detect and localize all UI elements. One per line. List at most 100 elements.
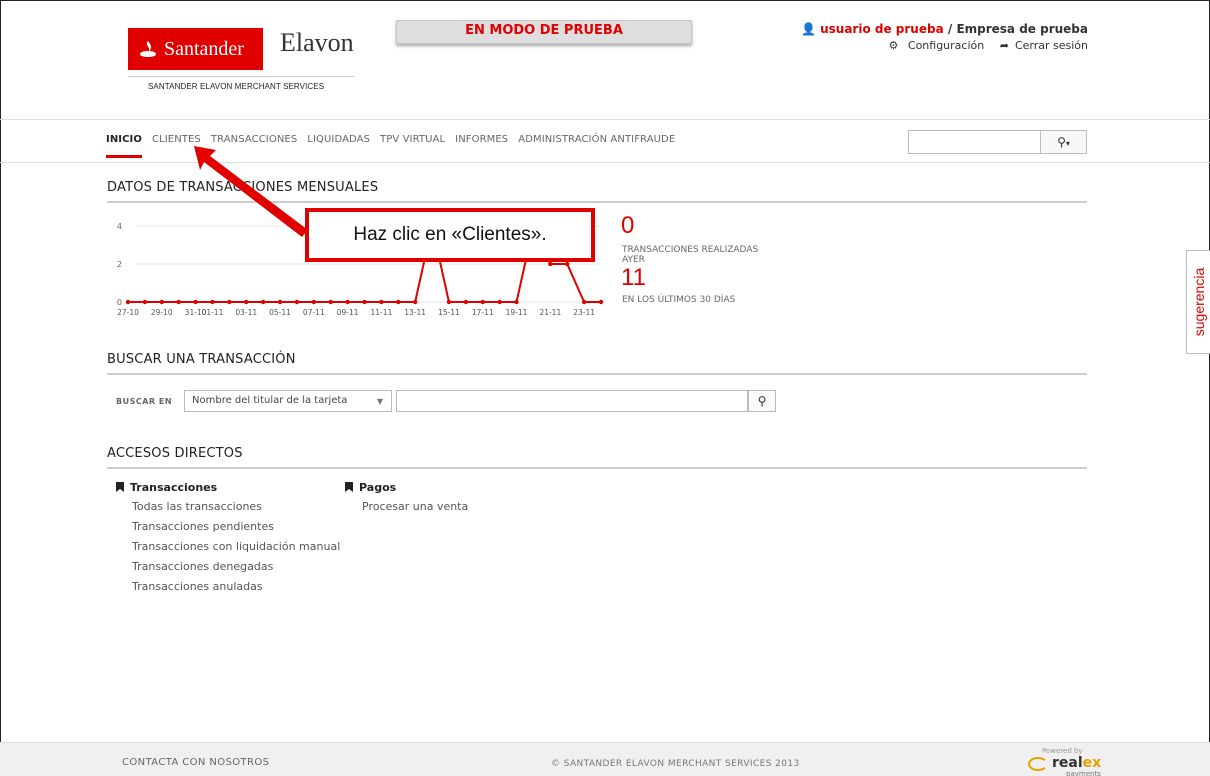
- top-search-button[interactable]: ⚲▾: [1040, 130, 1087, 154]
- monthly-title: DATOS DE TRANSACCIONES MENSUALES: [107, 180, 379, 195]
- shortcuts-col-pagos: Pagos: [345, 481, 396, 494]
- link-todas-transacciones[interactable]: Todas las transacciones: [132, 500, 262, 513]
- chart-xtick-label: 01-11: [202, 308, 224, 317]
- user-separator: /: [947, 22, 953, 36]
- search-field-selected: Nombre del titular de la tarjeta: [192, 395, 348, 406]
- chart-point: [193, 299, 198, 305]
- logout-link[interactable]: ➦ Cerrar sesión: [994, 39, 1088, 52]
- chart-ytick-label: 2: [117, 260, 122, 269]
- tab-informes[interactable]: INFORMES: [455, 134, 508, 158]
- user-name[interactable]: usuario de prueba: [820, 22, 944, 36]
- search-field-select[interactable]: Nombre del titular de la tarjeta ▼: [184, 390, 392, 412]
- suggestion-label: sugerencia: [1190, 267, 1207, 337]
- chart-point: [446, 299, 452, 305]
- chart-xtick-label: 19-11: [506, 308, 528, 317]
- chart-point: [565, 261, 570, 267]
- top-search-input[interactable]: [908, 130, 1040, 154]
- chart-point: [210, 299, 215, 305]
- chart-ytick-label: 0: [117, 298, 122, 307]
- link-procesar-venta[interactable]: Procesar una venta: [362, 500, 468, 513]
- search-in-label: BUSCAR EN: [116, 397, 173, 406]
- chart-xtick-label: 03-11: [235, 308, 257, 317]
- search-query-input[interactable]: [396, 390, 748, 412]
- link-liquidacion-manual[interactable]: Transacciones con liquidación manual: [132, 540, 340, 553]
- elavon-logo[interactable]: Elavon: [280, 28, 354, 58]
- chart-xtick-label: 05-11: [269, 308, 291, 317]
- chart-point: [497, 299, 502, 305]
- col-heading-pagos: Pagos: [359, 481, 397, 494]
- stat-yesterday-label-line1: TRANSACCIONES REALIZADAS: [622, 245, 759, 255]
- chart-xtick-label: 17-11: [472, 308, 494, 317]
- tab-liquidadas[interactable]: LIQUIDADAS: [307, 134, 370, 158]
- chart-point: [362, 299, 367, 305]
- bookmark-icon: [116, 482, 124, 492]
- realex-logo: realex: [1052, 755, 1101, 771]
- search-submit-button[interactable]: ⚲: [748, 390, 776, 412]
- chart-point: [176, 299, 181, 305]
- realex-payments: payments: [1066, 770, 1101, 776]
- stat-yesterday-label: TRANSACCIONES REALIZADAS AYER: [622, 245, 758, 265]
- callout-box: Haz clic en «Clientes».: [305, 208, 595, 262]
- col-heading-transacciones: Transacciones: [130, 481, 218, 494]
- link-transacciones-denegadas[interactable]: Transacciones denegadas: [132, 560, 273, 573]
- chart-xtick-label: 11-11: [370, 308, 392, 317]
- settings-link[interactable]: ⚙ Configuración: [883, 39, 985, 52]
- chevron-down-icon: ▾: [1065, 139, 1070, 148]
- monthly-divider: [107, 201, 1087, 203]
- footer: CONTACTA CON NOSOTROS © SANTANDER ELAVON…: [0, 742, 1210, 776]
- logo-subtitle: SANTANDER ELAVON MERCHANT SERVICES: [148, 82, 325, 91]
- chart-point: [260, 299, 266, 305]
- search-divider: [107, 373, 1087, 375]
- chart-point: [244, 299, 249, 305]
- chart-point: [412, 299, 418, 305]
- tab-clientes[interactable]: CLIENTES: [152, 134, 201, 158]
- chart-xtick-label: 15-11: [438, 308, 460, 317]
- tab-inicio[interactable]: INICIO: [106, 134, 142, 158]
- chart-point: [294, 299, 300, 305]
- tab-administracion-antifraude[interactable]: ADMINISTRACIÓN ANTIFRAUDE: [518, 134, 675, 158]
- chart-point: [463, 299, 469, 305]
- logout-label: Cerrar sesión: [1014, 39, 1088, 52]
- main-nav: INICIO CLIENTES TRANSACCIONES LIQUIDADAS…: [106, 134, 685, 158]
- chart-point: [277, 299, 283, 305]
- contact-link[interactable]: CONTACTA CON NOSOTROS: [122, 757, 269, 768]
- logo-divider: [128, 76, 354, 77]
- stat-yesterday-value: 0: [621, 212, 635, 239]
- page-frame: [0, 0, 1210, 776]
- chart-point: [142, 299, 148, 305]
- chart-point: [514, 299, 519, 305]
- bookmark-icon: [345, 482, 353, 492]
- user-info: 👤 usuario de prueba / Empresa de prueba: [801, 22, 1088, 36]
- realex-word-2: ex: [1082, 755, 1102, 771]
- account-links: ⚙ Configuración ➦ Cerrar sesión: [877, 39, 1088, 52]
- chart-point: [311, 299, 317, 305]
- select-caret-icon: ▼: [376, 397, 383, 406]
- settings-label: Configuración: [907, 39, 985, 52]
- link-transacciones-pendientes[interactable]: Transacciones pendientes: [132, 520, 274, 533]
- chart-xtick-label: 13-11: [404, 308, 426, 317]
- chart-xtick-label: 21-11: [539, 308, 561, 317]
- search-icon: ⚲: [757, 394, 767, 408]
- stat-30-value: 11: [621, 264, 646, 291]
- copyright: © SANTANDER ELAVON MERCHANT SERVICES 201…: [551, 759, 800, 769]
- callout-text: Haz clic en «Clientes».: [353, 224, 547, 245]
- flame-icon: [138, 40, 158, 58]
- tab-tpv-virtual[interactable]: TPV VIRTUAL: [380, 134, 445, 158]
- header-divider: [0, 119, 1210, 120]
- nav-divider: [0, 162, 1210, 163]
- chart-point: [159, 299, 164, 305]
- link-transacciones-anuladas[interactable]: Transacciones anuladas: [132, 580, 263, 593]
- realex-swirl-icon: [1028, 757, 1048, 771]
- chart-xtick-label: 23-11: [573, 308, 595, 317]
- stat-30-label: EN LOS ÚLTIMOS 30 DÍAS: [622, 295, 736, 305]
- santander-logo[interactable]: Santander: [128, 28, 263, 70]
- chart-point: [379, 299, 384, 305]
- suggestion-tab[interactable]: sugerencia: [1186, 250, 1210, 354]
- realex-word-1: real: [1052, 755, 1083, 771]
- chart-point: [581, 299, 587, 305]
- santander-wordmark: Santander: [164, 37, 244, 60]
- tab-transacciones[interactable]: TRANSACCIONES: [211, 134, 297, 158]
- chart-xtick-label: 07-11: [303, 308, 325, 317]
- share-arrow-icon: ➦: [999, 39, 1009, 52]
- company-name: Empresa de prueba: [956, 22, 1088, 36]
